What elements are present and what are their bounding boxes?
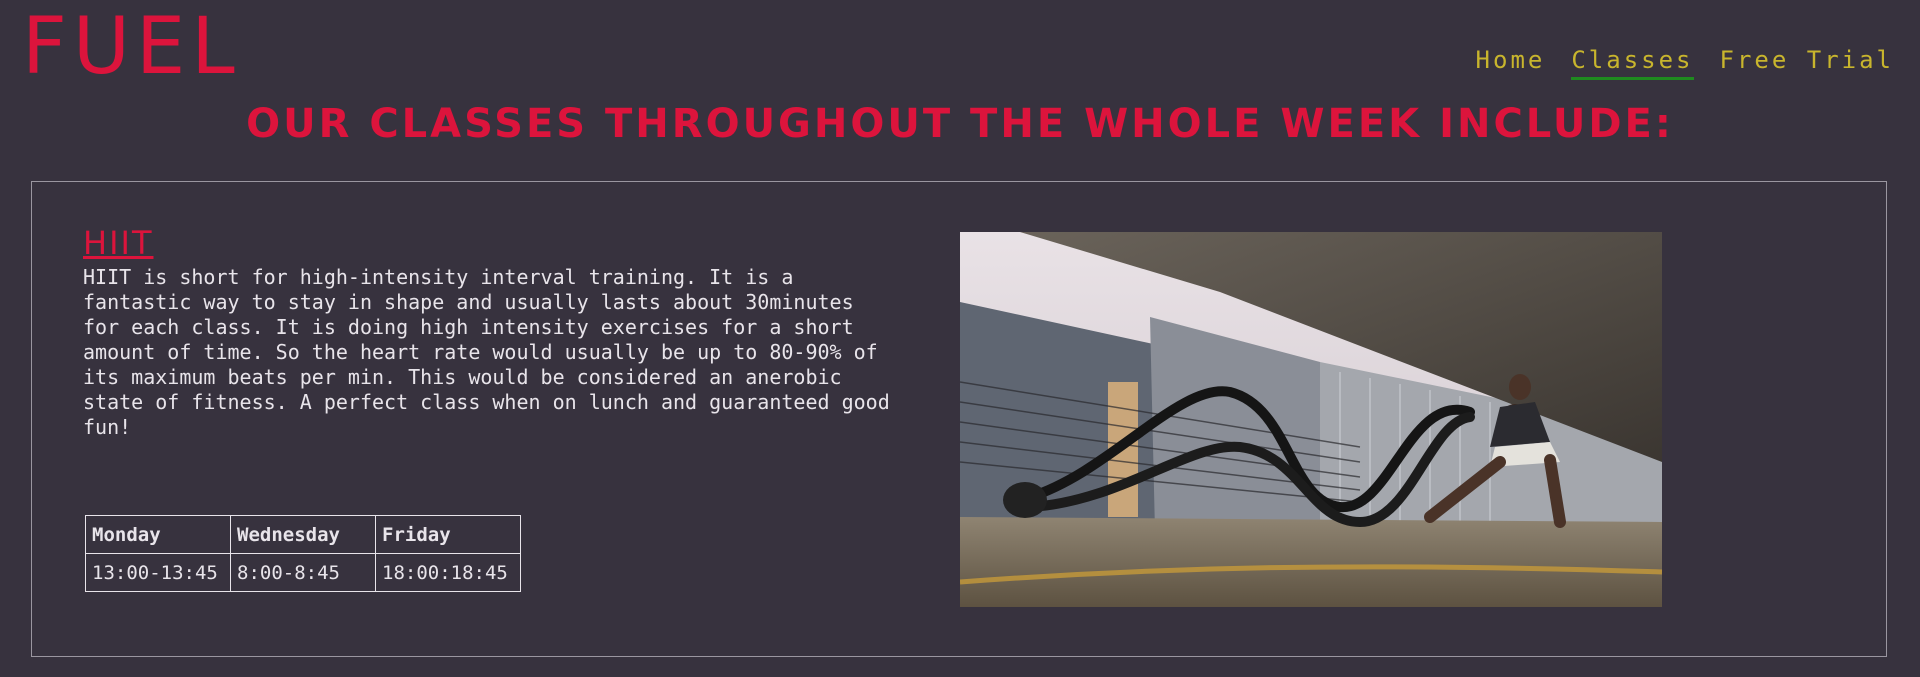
class-card-hiit: HIIT HIIT is short for high-intensity in… <box>31 181 1887 657</box>
class-schedule-table: Monday Wednesday Friday 13:00-13:45 8:00… <box>85 515 521 592</box>
battle-ropes-illustration <box>960 232 1662 607</box>
schedule-time-monday: 13:00-13:45 <box>85 553 231 592</box>
class-title: HIIT <box>83 224 154 262</box>
schedule-day-wednesday: Wednesday <box>230 515 376 554</box>
nav-link-classes[interactable]: Classes <box>1571 46 1694 80</box>
class-description: HIIT is short for high-intensity interva… <box>83 265 890 439</box>
schedule-time-wednesday: 8:00-8:45 <box>230 553 376 592</box>
main-nav: Home Classes Free Trial <box>1476 46 1894 80</box>
schedule-header-row: Monday Wednesday Friday <box>85 515 521 554</box>
page-title: OUR CLASSES THROUGHOUT THE WHOLE WEEK IN… <box>246 101 1674 147</box>
schedule-time-row: 13:00-13:45 8:00-8:45 18:00:18:45 <box>85 553 521 592</box>
schedule-time-friday: 18:00:18:45 <box>375 553 521 592</box>
site-logo[interactable]: FUEL <box>22 8 241 86</box>
schedule-day-friday: Friday <box>375 515 521 554</box>
nav-link-free-trial[interactable]: Free Trial <box>1720 46 1895 80</box>
nav-link-home[interactable]: Home <box>1476 46 1546 80</box>
schedule-day-monday: Monday <box>85 515 231 554</box>
battle-ropes-photo <box>960 232 1662 607</box>
